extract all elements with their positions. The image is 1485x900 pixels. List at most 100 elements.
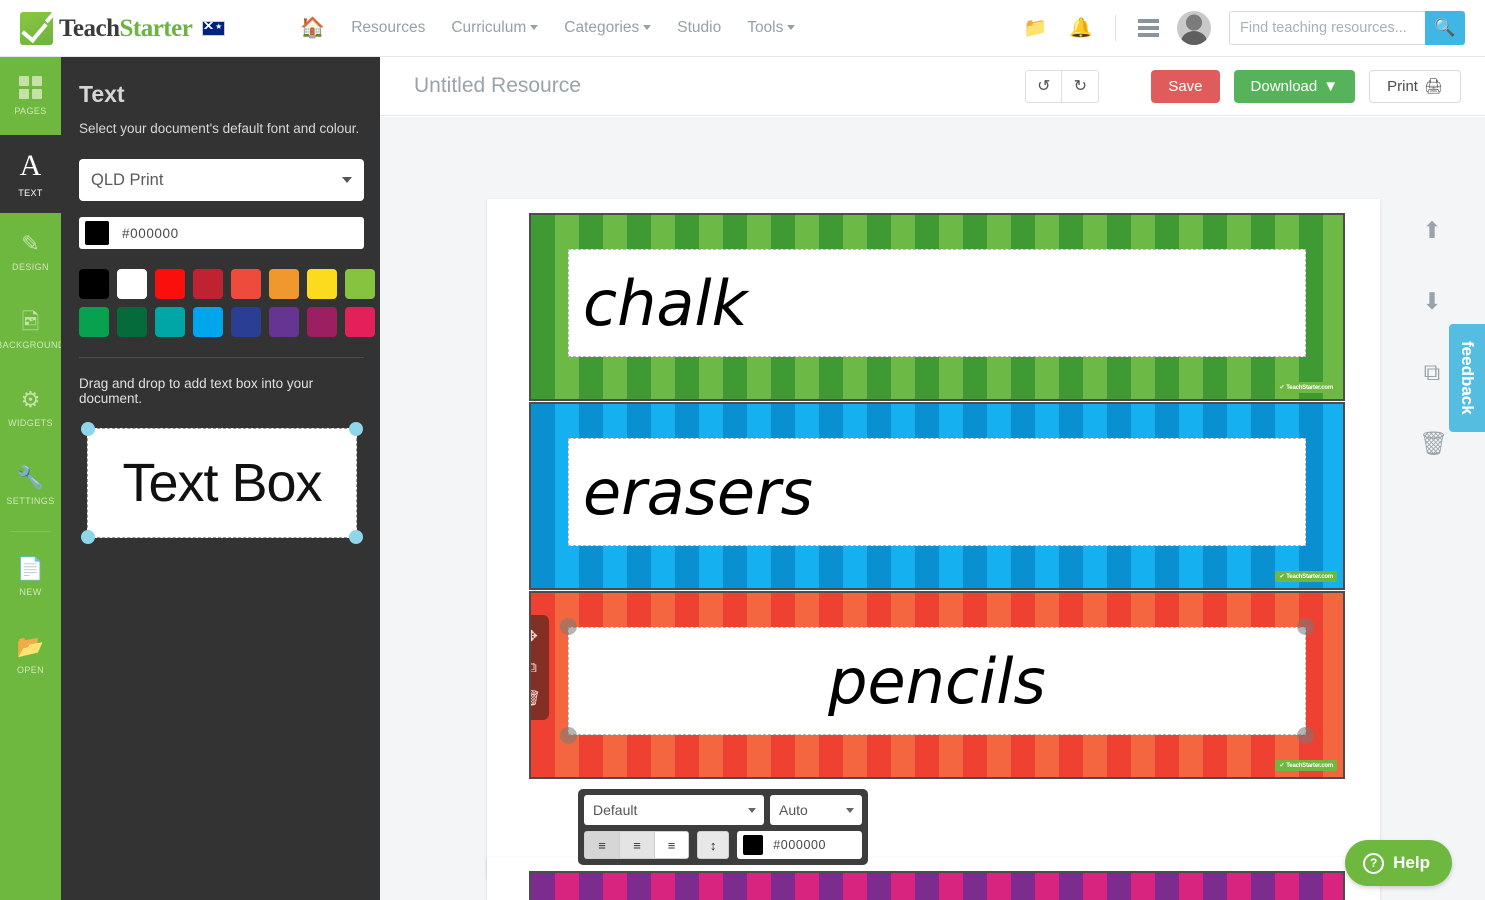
- sidebar-item-open[interactable]: 📂 OPEN: [0, 616, 61, 694]
- move-icon[interactable]: ✥: [531, 629, 538, 644]
- document-title-input[interactable]: [412, 73, 832, 99]
- sidebar-item-new[interactable]: 📄 NEW: [0, 538, 61, 616]
- pencil-icon: ✎: [21, 230, 40, 256]
- redo-icon[interactable]: ↻: [1062, 69, 1100, 103]
- resize-handle-top-left[interactable]: [560, 618, 577, 635]
- document-page-1[interactable]: chalk ✔ TeachStarter.com erasers ✔ TeachSt…: [487, 199, 1380, 879]
- sidebar-item-widgets[interactable]: ⚙ WIDGETS: [0, 369, 61, 447]
- colour-swatch-14[interactable]: [307, 307, 337, 337]
- colour-swatch-13[interactable]: [269, 307, 299, 337]
- print-button[interactable]: Print 🖨: [1369, 69, 1461, 103]
- align-left-icon[interactable]: ≡: [584, 831, 620, 859]
- resize-handle-top-left[interactable]: [81, 422, 95, 436]
- watermark-text: TeachStarter.com: [1286, 763, 1333, 769]
- default-colour-field[interactable]: #000000: [79, 217, 364, 249]
- printer-icon: 🖨: [1423, 78, 1443, 95]
- help-label: Help: [1393, 853, 1430, 872]
- trash-icon[interactable]: 🗑: [1419, 430, 1448, 457]
- duplicate-icon[interactable]: ⧉: [531, 660, 537, 675]
- colour-swatch-11[interactable]: [193, 307, 223, 337]
- nav-label: Categories: [564, 19, 640, 36]
- colour-swatch-4[interactable]: [231, 269, 261, 299]
- undo-icon[interactable]: ↺: [1025, 69, 1063, 103]
- word-card-chalk[interactable]: chalk ✔ TeachStarter.com: [529, 213, 1345, 401]
- download-button[interactable]: Download ▼: [1233, 69, 1356, 103]
- resize-handle-bottom-left[interactable]: [81, 530, 95, 544]
- sidebar-item-text[interactable]: A TEXT: [0, 135, 61, 213]
- arrow-down-icon[interactable]: ⬇: [1419, 288, 1445, 315]
- search-icon[interactable]: 🔍: [1425, 11, 1465, 45]
- colour-swatch-grid: [79, 269, 375, 337]
- font-size-value: Auto: [779, 802, 808, 818]
- text-a-icon: A: [19, 148, 42, 182]
- bell-icon[interactable]: 🔔: [1069, 16, 1093, 40]
- nav-item-curriculum[interactable]: Curriculum: [451, 19, 539, 37]
- colour-swatch-10[interactable]: [155, 307, 185, 337]
- colour-swatch-15[interactable]: [345, 307, 375, 337]
- align-center-icon[interactable]: ≡: [619, 831, 655, 859]
- text-colour-field[interactable]: #000000: [737, 831, 863, 859]
- resize-handle-top-right[interactable]: [1297, 618, 1314, 635]
- drag-drop-label: Drag and drop to add text box into your …: [79, 376, 314, 406]
- font-size-select[interactable]: Auto: [770, 795, 862, 825]
- word-card-textbox[interactable]: erasers: [568, 438, 1306, 546]
- floating-toolbar-row-1: Default Auto: [584, 795, 862, 825]
- resize-handle-bottom-left[interactable]: [560, 727, 577, 744]
- nav-item-tools[interactable]: Tools: [747, 19, 796, 37]
- sidebar-item-background[interactable]: 🖻 BACKGROUND: [0, 291, 64, 369]
- question-circle-icon: ?: [1363, 852, 1385, 874]
- colour-swatch-9[interactable]: [117, 307, 147, 337]
- duplicate-icon[interactable]: ⧉: [1419, 359, 1445, 386]
- nav-item-categories[interactable]: Categories: [564, 19, 652, 37]
- colour-swatch-0[interactable]: [79, 269, 109, 299]
- floating-text-toolbar: Default Auto ≡ ≡ ≡ ↕ #000000: [578, 789, 868, 865]
- sidebar-item-design[interactable]: ✎ DESIGN: [0, 213, 61, 291]
- chevron-down-icon: [643, 25, 652, 31]
- watermark-text: TeachStarter.com: [1286, 574, 1333, 580]
- resize-handle-bottom-right[interactable]: [349, 530, 363, 544]
- colour-swatch-6[interactable]: [307, 269, 337, 299]
- text-panel: Text Select your document's default font…: [61, 57, 380, 900]
- word-card-pencils[interactable]: pencils ✔TeachStarter.com ✥ ⧉ 🗑: [529, 591, 1345, 779]
- folder-icon[interactable]: 📁: [1024, 16, 1048, 40]
- word-card-textbox-selected[interactable]: pencils: [568, 627, 1306, 735]
- brand-logo[interactable]: TeachStarter: [20, 11, 226, 45]
- feedback-tab[interactable]: feedback: [1449, 324, 1485, 432]
- line-height-icon[interactable]: ↕: [697, 831, 730, 859]
- arrow-up-icon[interactable]: ⬆: [1419, 217, 1445, 244]
- colour-swatch-8[interactable]: [79, 307, 109, 337]
- colour-swatch-7[interactable]: [345, 269, 375, 299]
- home-icon[interactable]: 🏠: [300, 18, 325, 38]
- trash-icon[interactable]: 🗑: [531, 691, 541, 706]
- sidebar-item-settings[interactable]: 🔧 SETTINGS: [0, 447, 61, 525]
- word-card-next[interactable]: [529, 871, 1345, 900]
- sidebar-item-pages[interactable]: PAGES: [0, 57, 61, 135]
- teachstarter-watermark: ✔ TeachStarter.com: [1275, 760, 1337, 771]
- font-family-select[interactable]: Default: [584, 795, 764, 825]
- sidebar-item-label: OPEN: [16, 664, 45, 675]
- save-button[interactable]: Save: [1151, 69, 1220, 103]
- help-button[interactable]: ? Help: [1345, 840, 1452, 886]
- resize-handle-top-right[interactable]: [349, 422, 363, 436]
- pages-icon: [19, 76, 42, 99]
- word-card-textbox[interactable]: chalk: [568, 249, 1306, 357]
- search-input[interactable]: [1229, 11, 1425, 45]
- default-font-select[interactable]: QLD Print: [79, 159, 364, 201]
- resize-handle-bottom-right[interactable]: [1297, 727, 1314, 744]
- editor-actions: ↺ ↻ Save Download ▼ Print 🖨: [1025, 69, 1485, 103]
- watermark-text: TeachStarter.com: [1286, 385, 1333, 391]
- colour-hex-value: #000000: [122, 225, 179, 241]
- colour-swatch-3[interactable]: [193, 269, 223, 299]
- colour-swatch-5[interactable]: [269, 269, 299, 299]
- colour-swatch-12[interactable]: [231, 307, 261, 337]
- avatar[interactable]: [1177, 11, 1211, 45]
- colour-swatch-2[interactable]: [155, 269, 185, 299]
- nav-item-resources[interactable]: Resources: [351, 19, 425, 37]
- hamburger-icon[interactable]: [1138, 16, 1159, 41]
- canvas-area[interactable]: chalk ✔ TeachStarter.com erasers ✔ TeachSt…: [380, 117, 1485, 900]
- align-right-icon[interactable]: ≡: [654, 831, 690, 859]
- draggable-text-box[interactable]: Text Box: [81, 422, 363, 544]
- nav-item-studio[interactable]: Studio: [677, 19, 721, 37]
- word-card-erasers[interactable]: erasers ✔ TeachStarter.com: [529, 402, 1345, 590]
- colour-swatch-1[interactable]: [117, 269, 147, 299]
